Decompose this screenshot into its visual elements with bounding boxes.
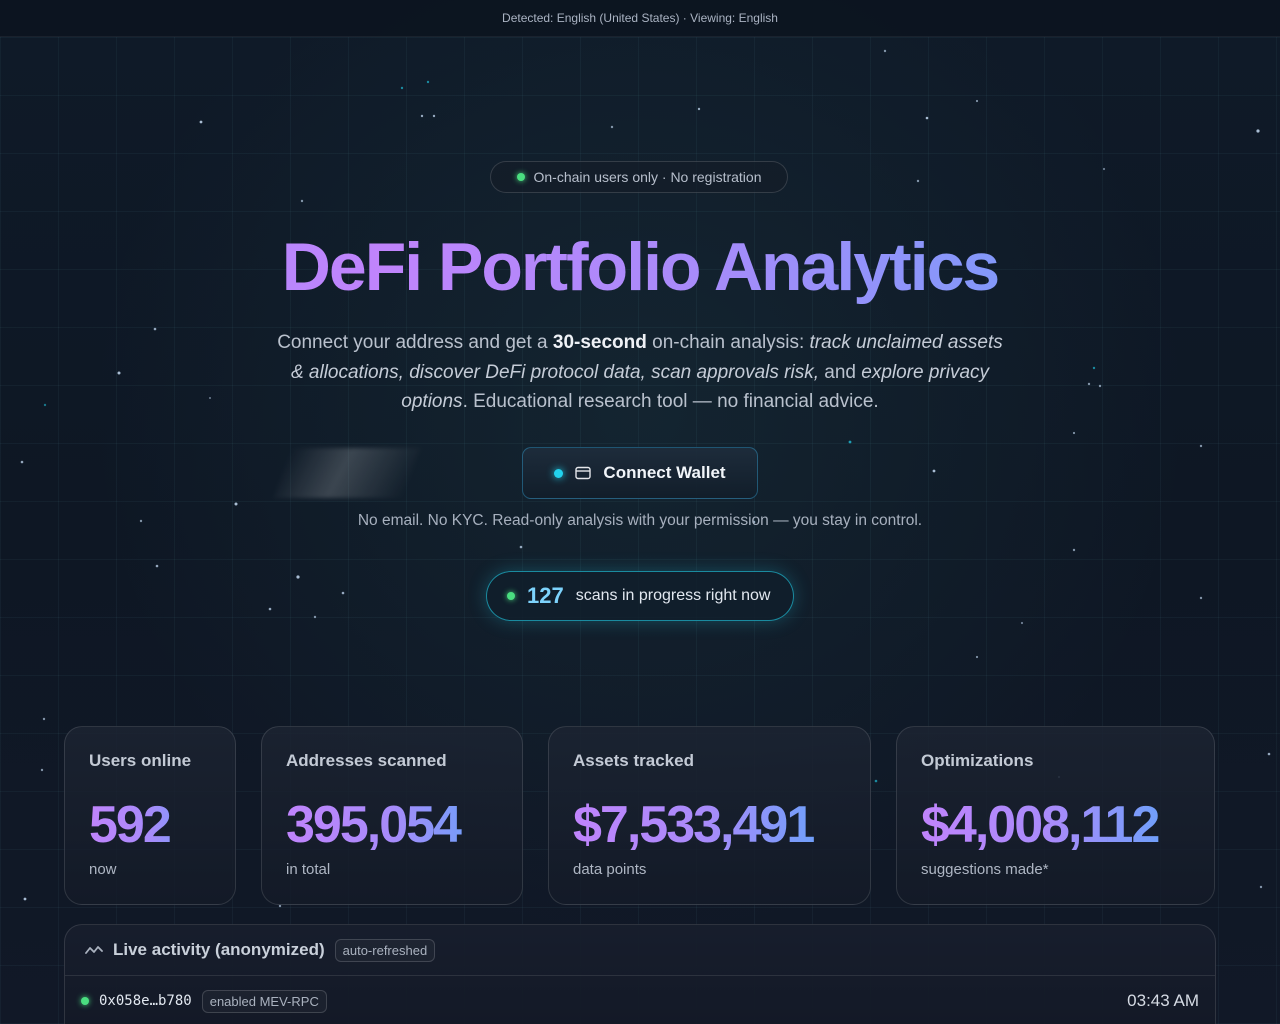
stat-sub: in total (286, 861, 331, 878)
activity-action-badge: enabled MEV-RPC (201, 989, 327, 1013)
connect-wallet-label: Connect Wallet (603, 463, 726, 482)
status-dot-icon (516, 173, 525, 181)
page-title: DeFi Portfolio Analytics (0, 228, 1280, 306)
activity-pulse-icon (85, 946, 103, 954)
live-activity-panel: Live activity (anonymized) auto-refreshe… (64, 924, 1216, 1024)
stat-card-users-online: Users online 592 now (64, 726, 236, 905)
live-activity-title: Live activity (anonymized) (113, 940, 325, 959)
connect-wallet-button[interactable]: Connect Wallet (522, 447, 758, 499)
stat-label: Optimizations (921, 751, 1034, 770)
hero-description: Connect your address and get a 30-second… (270, 328, 1010, 417)
stat-value: 592 (89, 797, 211, 853)
privacy-note: No email. No KYC. Read-only analysis wit… (357, 512, 923, 529)
stat-sub: data points (573, 861, 647, 878)
desc-part-4: . Educational research tool — no financi… (462, 391, 879, 412)
stat-value: $7,533,491 (573, 797, 846, 853)
desc-part-3: and (818, 361, 862, 383)
page: Detected: English (United States) · View… (0, 0, 1280, 1024)
desc-part-2: on-chain analysis: (646, 332, 810, 353)
live-activity-header: Live activity (anonymized) auto-refreshe… (65, 925, 1215, 976)
wallet-icon (575, 466, 592, 480)
stat-value: 395,054 (286, 797, 498, 853)
scans-in-progress-badge: 127 scans in progress right now (486, 571, 794, 621)
list-item: 0x058e…b780 enabled MEV-RPC 03:43 AM (65, 976, 1215, 1024)
desc-part-1: Connect your address and get a (277, 332, 553, 353)
stat-sub: suggestions made* (921, 861, 1049, 878)
scans-label: scans in progress right now (575, 587, 771, 604)
activity-time: 03:43 AM (1127, 991, 1199, 1010)
activity-address: 0x058e…b780 (99, 993, 192, 1009)
stat-sub: now (89, 861, 117, 878)
shine-decoration (273, 448, 421, 498)
status-dot-icon (554, 468, 564, 478)
stat-card-assets-tracked: Assets tracked $7,533,491 data points (548, 726, 871, 905)
status-dot-icon (81, 997, 89, 1005)
stat-label: Addresses scanned (286, 751, 447, 770)
auto-refreshed-badge: auto-refreshed (334, 938, 436, 962)
scans-count: 127 (527, 583, 564, 608)
stat-label: Assets tracked (573, 751, 694, 770)
stat-card-addresses-scanned: Addresses scanned 395,054 in total (261, 726, 523, 905)
desc-emphasis: 30-second (552, 332, 647, 353)
stat-value: $4,008,112 (921, 797, 1190, 853)
registration-badge-label: On-chain users only · No registration (533, 169, 762, 185)
registration-badge: On-chain users only · No registration (490, 161, 788, 193)
language-info: Detected: English (United States) · View… (502, 11, 778, 25)
status-dot-icon (507, 592, 515, 600)
stat-card-optimizations: Optimizations $4,008,112 suggestions mad… (896, 726, 1215, 905)
stat-label: Users online (89, 751, 192, 770)
language-bar: Detected: English (United States) · View… (0, 0, 1280, 37)
